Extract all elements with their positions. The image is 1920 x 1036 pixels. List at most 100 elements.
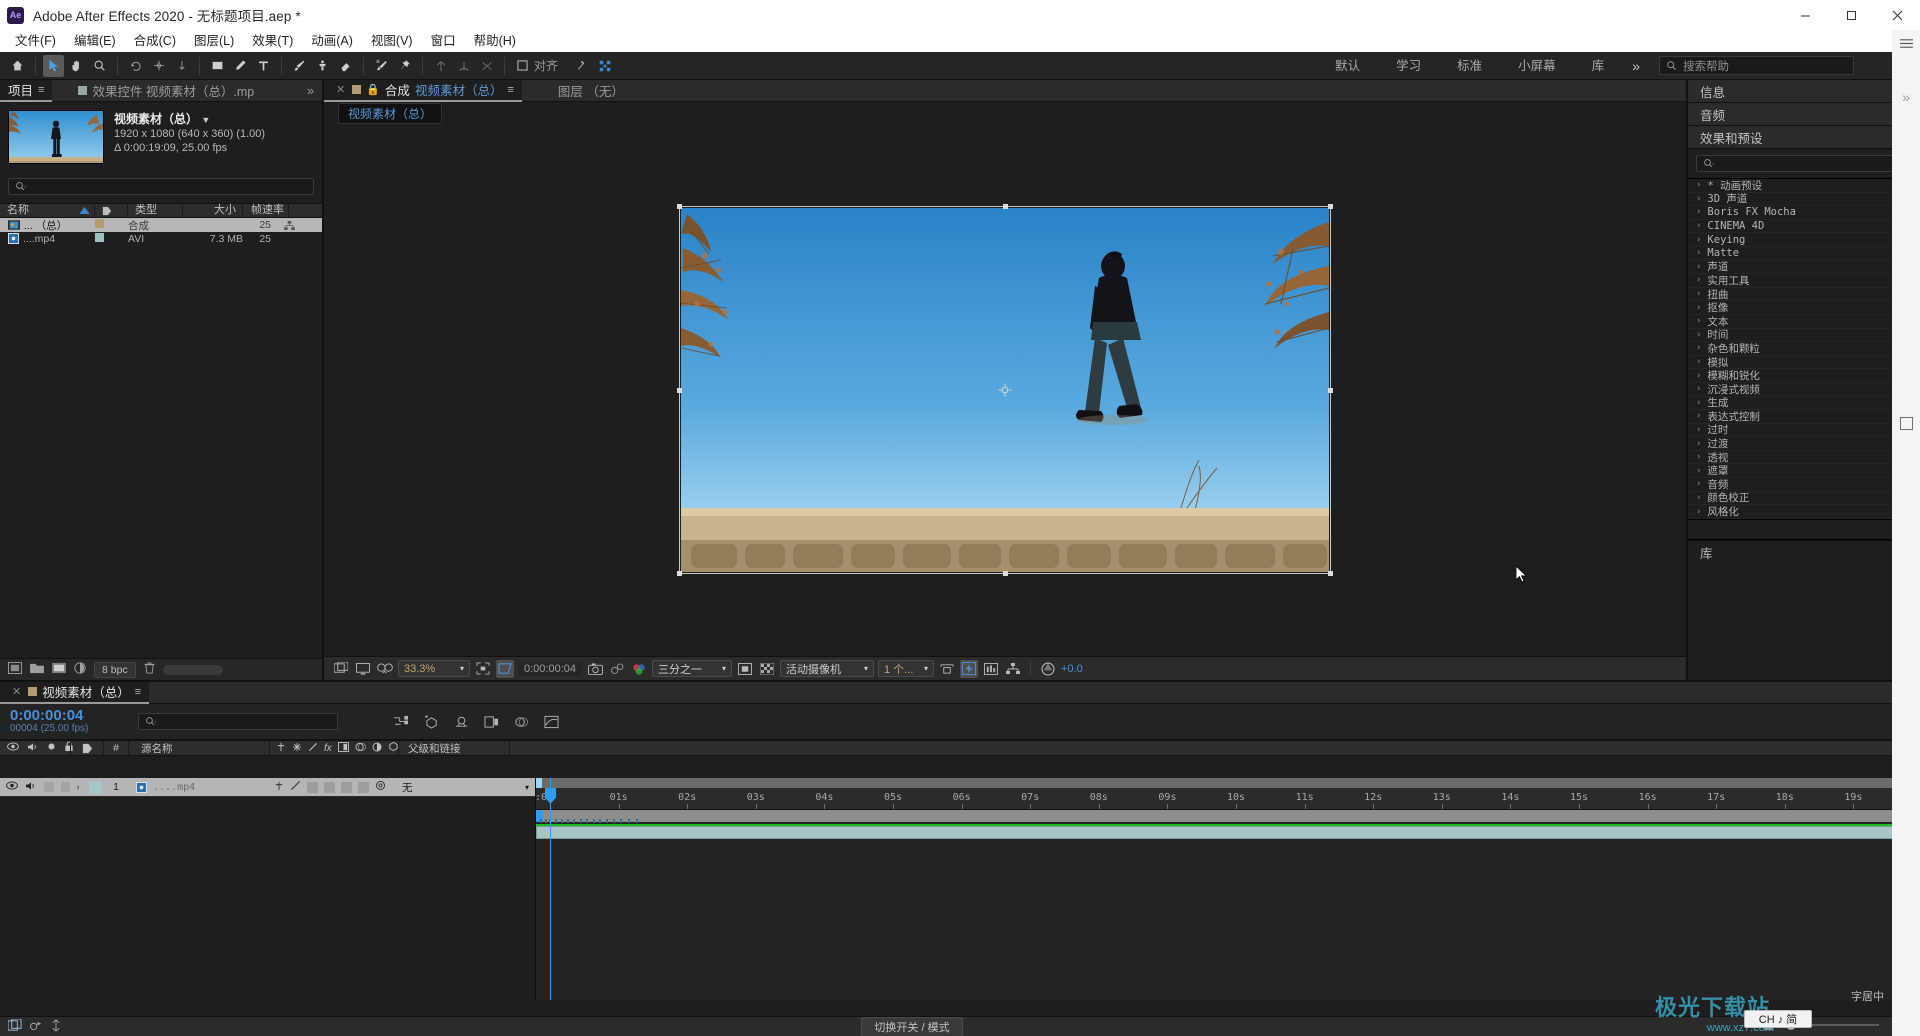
color-depth-icon[interactable] [74, 662, 86, 677]
tab-info[interactable]: 信息 [1688, 80, 1920, 103]
chevron-right-icon[interactable]: › [1696, 207, 1701, 217]
graph-editor-icon[interactable] [542, 712, 561, 731]
workspace-tab-libraries[interactable]: 库 [1574, 52, 1623, 80]
eraser-tool-icon[interactable] [335, 55, 356, 77]
tab-layer[interactable]: 图层 （无） [550, 80, 632, 102]
project-search-input[interactable] [8, 178, 314, 195]
menu-edit[interactable]: 编辑(E) [65, 30, 125, 52]
col-header-label[interactable] [95, 203, 128, 218]
close-button[interactable] [1874, 0, 1920, 30]
menu-animation[interactable]: 动画(A) [302, 30, 362, 52]
col-header-size[interactable]: 大小 [183, 203, 243, 218]
panel-menu-icon[interactable]: ≡ [135, 686, 141, 698]
chevron-right-icon[interactable]: › [1696, 343, 1701, 353]
zoom-level-select[interactable]: 33.3% ▾ [398, 660, 470, 677]
quality-icon[interactable] [308, 742, 318, 755]
bit-depth-label[interactable]: 8 bpc [94, 661, 136, 678]
always-preview-icon[interactable] [332, 660, 350, 678]
layer-eye-icon[interactable] [6, 781, 18, 793]
snapping-active-icon[interactable] [594, 55, 615, 77]
workspace-tab-learn[interactable]: 学习 [1378, 52, 1439, 80]
motion-blur-icon[interactable] [512, 712, 531, 731]
selection-tool-icon[interactable] [43, 54, 64, 77]
chevron-right-icon[interactable]: › [1696, 411, 1701, 421]
chevron-right-icon[interactable]: › [1696, 425, 1701, 435]
layer-lock-toggle[interactable] [60, 782, 70, 792]
layer-expand-icon[interactable]: › [70, 782, 86, 792]
layer-3d-toggle[interactable] [375, 780, 386, 794]
chevron-right-icon[interactable]: › [1696, 275, 1701, 285]
show-snapshot-icon[interactable] [608, 660, 626, 678]
exposure-value[interactable]: +0.0 [1061, 663, 1083, 675]
col-header-type[interactable]: 类型 [128, 203, 183, 218]
resolution-select[interactable]: 三分之一 ▾ [652, 660, 732, 677]
menu-help[interactable]: 帮助(H) [465, 30, 525, 52]
chevron-right-icon[interactable]: › [1696, 479, 1701, 489]
resolution-icon[interactable] [496, 659, 514, 678]
zoom-tool-icon[interactable] [89, 55, 110, 77]
chevron-right-icon[interactable]: › [1696, 221, 1701, 231]
effects-category-item[interactable]: › 风格化 [1688, 505, 1920, 519]
channels-icon[interactable] [630, 660, 648, 678]
views-count-select[interactable]: 1 个... ▾ [878, 660, 934, 677]
layer-solo-toggle[interactable] [44, 782, 54, 792]
hamburger-menu-icon[interactable] [1892, 30, 1920, 56]
tab-audio[interactable]: 音频 [1688, 103, 1920, 126]
menu-view[interactable]: 视图(V) [362, 30, 422, 52]
rectangle-tool-icon[interactable] [207, 55, 228, 77]
clone-stamp-tool-icon[interactable] [312, 55, 333, 77]
layer-audio-icon[interactable] [25, 781, 37, 794]
timeline-track-area[interactable]: :00 01s 02s 03s 04s 05s 06s 07s 08s 09s 10s 11s 12s… [535, 778, 1920, 1000]
tab-effect-controls[interactable]: 效果控件 视频素材（总）.mp [70, 80, 262, 102]
roto-brush-tool-icon[interactable] [371, 55, 392, 77]
col-header-source-name[interactable]: 源名称 [129, 741, 269, 756]
exposure-icon[interactable] [1039, 660, 1057, 678]
chevron-right-icon[interactable]: › [1696, 452, 1701, 462]
chevron-right-icon[interactable]: › [1696, 248, 1701, 258]
menu-effect[interactable]: 效果(T) [243, 30, 302, 52]
chevron-right-icon[interactable]: › [1696, 289, 1701, 299]
eye-icon[interactable] [7, 742, 19, 754]
layer-parent-select[interactable]: 无 ▾ [396, 780, 535, 795]
menu-layer[interactable]: 图层(L) [185, 30, 243, 52]
edge-panel-icon[interactable] [1892, 410, 1920, 436]
chevron-right-icon[interactable]: › [1696, 316, 1701, 326]
tab-libraries[interactable]: 库 [1688, 539, 1920, 565]
pen-tool-icon[interactable] [230, 55, 251, 77]
col-header-name[interactable]: 名称 [0, 203, 95, 218]
puppet-pin-tool-icon[interactable] [394, 55, 415, 77]
comp-flowchart-icon[interactable] [277, 220, 301, 230]
col-header-parent[interactable]: 父级和链接 [399, 741, 509, 756]
hide-shy-layers-icon[interactable] [452, 712, 471, 731]
timeline-search-input[interactable] [138, 713, 338, 730]
col-header-fps[interactable]: 帧速率 [243, 203, 289, 218]
composition-stage[interactable] [324, 124, 1686, 656]
timeline-navigator-top[interactable] [536, 778, 1920, 788]
chevron-right-icon[interactable]: › [1696, 507, 1701, 517]
delete-icon[interactable] [144, 662, 155, 677]
tab-close-icon[interactable]: ✕ [12, 685, 21, 698]
axis-local-icon[interactable] [430, 55, 451, 77]
ime-indicator[interactable]: CH ♪ 简 [1744, 1010, 1812, 1028]
draft-3d-icon[interactable] [422, 712, 441, 731]
timeline-jump-icon[interactable] [982, 660, 1000, 678]
chevron-right-icon[interactable]: › [1696, 235, 1701, 245]
pan-behind-tool-icon[interactable] [171, 55, 192, 77]
panel-menu-icon[interactable]: ≡ [38, 84, 44, 96]
project-zoom-slider[interactable] [162, 664, 223, 675]
frame-blending-icon[interactable] [482, 712, 501, 731]
snapping-icon[interactable] [571, 55, 592, 77]
new-composition-icon[interactable] [8, 662, 22, 677]
home-icon[interactable] [7, 55, 28, 77]
layer-label-chip[interactable] [86, 780, 104, 794]
flowchart-icon[interactable] [1004, 660, 1022, 678]
breadcrumb[interactable]: 视频素材（总） [338, 102, 443, 124]
collapse-transform-icon[interactable] [292, 742, 302, 755]
chevron-right-icon[interactable]: › [1696, 194, 1701, 204]
layer-duration-bar[interactable] [536, 826, 1898, 839]
axis-view-icon[interactable] [476, 55, 497, 77]
shy-icon[interactable] [276, 742, 286, 755]
menu-file[interactable]: 文件(F) [6, 30, 65, 52]
hand-tool-icon[interactable] [66, 55, 87, 77]
timeline-timecode[interactable]: 0:00:00:04 00004 (25.00 fps) [10, 708, 128, 735]
